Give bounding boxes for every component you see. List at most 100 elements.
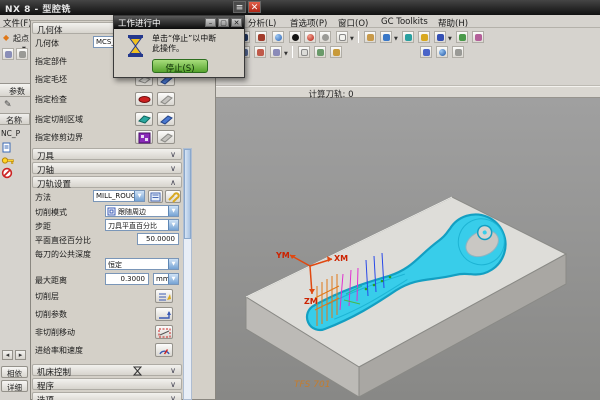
- tool-icon-glyph: [307, 34, 314, 41]
- toolbar-caret[interactable]: ▼: [394, 36, 398, 42]
- toolbar-icon[interactable]: [456, 31, 468, 43]
- tree-item-nc-program[interactable]: NC_P: [1, 128, 29, 140]
- toolbar-icon[interactable]: [272, 31, 284, 43]
- toolbar-icon[interactable]: [434, 31, 446, 43]
- busy-message: 单击“停止”以中断 此操作。: [152, 34, 240, 54]
- display-trim-boundary-button[interactable]: [157, 130, 175, 144]
- toolbar-caret[interactable]: ▼: [284, 51, 288, 57]
- caret-down-icon[interactable]: ▼: [168, 274, 178, 284]
- section-title: 程序: [37, 382, 54, 392]
- section-tool-axis[interactable]: 刀轴 ∨: [32, 162, 182, 174]
- scrollbar-thumb[interactable]: [184, 149, 191, 239]
- toolbar-icon[interactable]: [254, 46, 266, 58]
- max-distance-input[interactable]: 0.3000: [105, 273, 149, 285]
- toolbar-icon[interactable]: [16, 48, 28, 60]
- toolbar-caret[interactable]: ▼: [448, 36, 452, 42]
- window-title: NX 8 - 型腔铣: [5, 2, 71, 15]
- next-panel-button[interactable]: ▸: [15, 350, 26, 360]
- section-program[interactable]: 程序 ∨: [32, 378, 182, 390]
- toolbar-icon[interactable]: [472, 31, 484, 43]
- display-cut-area-button[interactable]: [157, 112, 175, 126]
- cut-pattern-select[interactable]: 跟随周边 ▼: [105, 205, 179, 217]
- toolbar-icon[interactable]: [255, 31, 267, 43]
- toolbar-icon[interactable]: [2, 48, 14, 60]
- toolbar-icon[interactable]: [402, 31, 414, 43]
- max-distance-unit-select[interactable]: mm ▼: [153, 273, 179, 285]
- tree-item[interactable]: [1, 166, 29, 178]
- section-machine-control[interactable]: 机床控制 ∨: [32, 364, 182, 376]
- window-close-button[interactable]: ✕: [248, 1, 261, 13]
- toolbar-caret[interactable]: ▼: [350, 36, 354, 42]
- select-trim-boundary-button[interactable]: [135, 130, 153, 144]
- caret-down-icon[interactable]: ▼: [168, 259, 178, 269]
- tool-icon-glyph: [322, 34, 329, 41]
- cut-area-icon: [137, 114, 152, 125]
- non-cutting-moves-button[interactable]: [155, 325, 173, 339]
- point-tool-label[interactable]: 起点: [13, 33, 29, 44]
- stop-button[interactable]: 停止(S): [152, 59, 208, 73]
- method-tools-button[interactable]: [165, 190, 181, 203]
- cut-levels-button[interactable]: [155, 289, 173, 303]
- graphics-viewport[interactable]: YM XM ZM TFS 701: [216, 98, 600, 400]
- chevron-down-icon: ∨: [170, 150, 176, 159]
- minimize-button[interactable]: –: [205, 18, 216, 27]
- toolbar-icon[interactable]: [364, 31, 376, 43]
- toolbar-icon[interactable]: [420, 46, 432, 58]
- axis-label-zm: ZM: [304, 297, 318, 306]
- caret-down-icon[interactable]: ▼: [168, 220, 178, 230]
- toolbar-icon[interactable]: [436, 46, 448, 58]
- menu-gc-toolkits[interactable]: GC Toolkits: [381, 17, 428, 27]
- edit-pencil-icon[interactable]: ✎: [4, 100, 12, 110]
- common-depth-select[interactable]: 恒定 ▼: [105, 258, 179, 270]
- section-path-settings[interactable]: 刀轨设置 ∧: [32, 176, 182, 188]
- specify-cut-area-row: 指定切削区域: [31, 112, 183, 125]
- section-title: 几何体: [37, 26, 63, 36]
- edit-method-button[interactable]: [148, 190, 163, 203]
- busy-message-line1: 单击“停止”以中断: [152, 34, 240, 44]
- toolbar-icon[interactable]: [330, 46, 342, 58]
- maximize-button[interactable]: ▢: [218, 18, 229, 27]
- toolbar-icon[interactable]: [270, 46, 282, 58]
- dependencies-button[interactable]: 相依: [1, 366, 28, 378]
- toolbar-icon[interactable]: [336, 31, 348, 43]
- section-options[interactable]: 选项 ∨: [32, 392, 182, 400]
- navigator-header[interactable]: 参数: [0, 84, 30, 97]
- method-select[interactable]: MILL_ROUGH ▼: [93, 190, 145, 202]
- details-button[interactable]: 详细: [1, 380, 28, 392]
- toolbar-icon[interactable]: [418, 31, 430, 43]
- prev-panel-button[interactable]: ◂: [2, 350, 13, 360]
- geometry-label: 几何体: [35, 38, 59, 49]
- section-tool[interactable]: 刀具 ∨: [32, 148, 182, 160]
- display-check-button[interactable]: [157, 92, 175, 106]
- tool-icon-glyph: [5, 51, 12, 58]
- toolbar-icon[interactable]: [380, 31, 392, 43]
- feeds-speeds-button[interactable]: [155, 343, 173, 357]
- toolbar-icon[interactable]: [314, 46, 326, 58]
- cut-parameters-label: 切削参数: [35, 309, 67, 320]
- tool-icon-glyph: [455, 49, 462, 56]
- caret-down-icon[interactable]: ▼: [168, 206, 178, 216]
- toolbar-icon[interactable]: [298, 46, 310, 58]
- toolbar-icon[interactable]: [319, 31, 331, 43]
- close-icon[interactable]: ✕: [231, 18, 242, 27]
- tool-icon-glyph: [292, 34, 299, 41]
- cut-levels-row: 切削层: [31, 289, 183, 306]
- select-cut-area-button[interactable]: [135, 112, 153, 126]
- toolbar-icon[interactable]: [289, 31, 301, 43]
- caret-down-icon[interactable]: ▼: [134, 191, 144, 201]
- section-title: 选项: [37, 396, 54, 400]
- toolbar-icon[interactable]: [304, 31, 316, 43]
- window-menu-button[interactable]: ≡: [233, 1, 246, 13]
- tree-item[interactable]: [1, 154, 29, 166]
- navigator-name-column[interactable]: 名称: [0, 113, 30, 125]
- toolbar-icon[interactable]: [452, 46, 464, 58]
- viewport-canvas: YM XM ZM TFS 701: [216, 98, 600, 400]
- stepover-select[interactable]: 刀具平直百分比 ▼: [105, 219, 179, 231]
- cut-parameters-button[interactable]: [155, 307, 173, 321]
- percent-flat-input[interactable]: 50.0000: [137, 233, 179, 245]
- cut-levels-label: 切削层: [35, 291, 59, 302]
- dialog-scrollbar[interactable]: [183, 148, 192, 400]
- flashlight-blue-icon: [159, 114, 174, 125]
- select-check-button[interactable]: [135, 92, 153, 106]
- tree-item[interactable]: [1, 141, 29, 153]
